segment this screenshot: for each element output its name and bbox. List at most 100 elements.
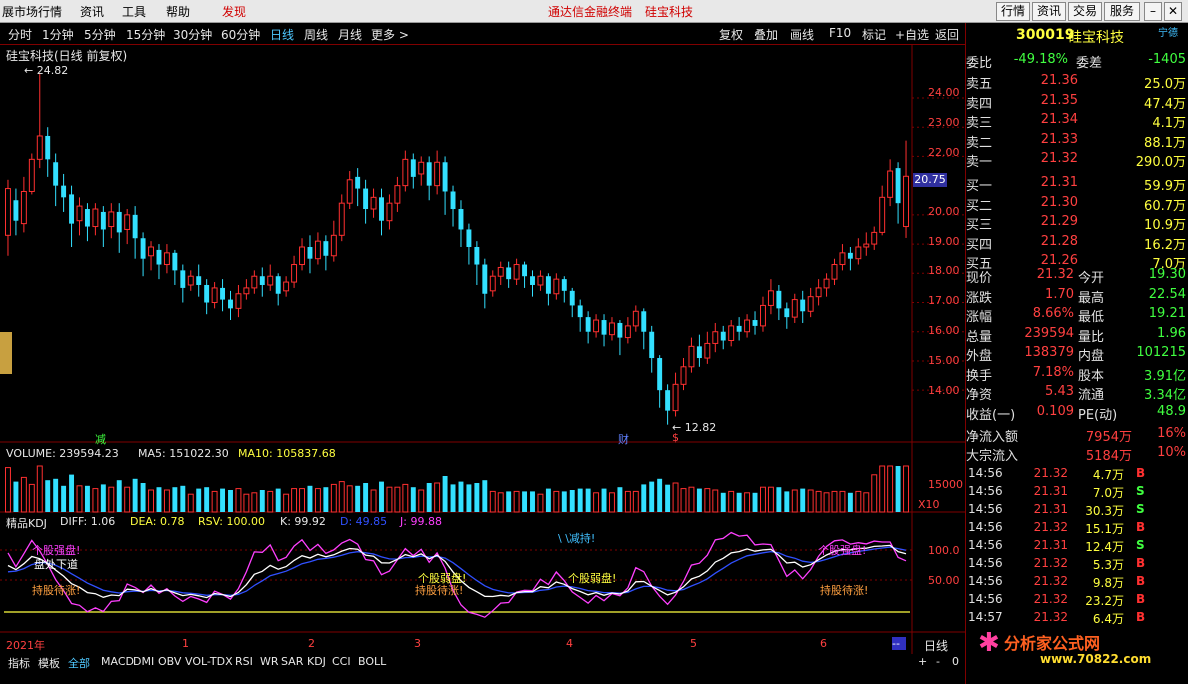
- close-icon[interactable]: ✕: [1164, 2, 1182, 21]
- tab-vol-tdx[interactable]: VOL-TDX: [185, 655, 233, 668]
- volume-bar: [187, 493, 194, 513]
- period-tab-active[interactable]: 日线: [270, 26, 294, 43]
- candle-body: [863, 243, 870, 248]
- volume-bar: [402, 483, 409, 513]
- tab-obv[interactable]: OBV: [158, 655, 181, 668]
- tab-dmi[interactable]: DMI: [133, 655, 154, 668]
- order-book-row[interactable]: 买一 21.31 59.9万: [966, 174, 1188, 194]
- volume-bar: [211, 490, 218, 513]
- info-button[interactable]: 资讯: [1032, 2, 1066, 21]
- volume-bar: [665, 484, 671, 512]
- volume-bars: [5, 465, 909, 513]
- back-button[interactable]: 返回: [935, 26, 959, 43]
- tab-sar[interactable]: SAR: [281, 655, 303, 668]
- tab-template[interactable]: 模板: [38, 655, 60, 671]
- mark-button[interactable]: 标记: [862, 26, 886, 43]
- date-axis-month: 4: [566, 637, 573, 650]
- overlay-button[interactable]: 叠加: [754, 26, 778, 43]
- menu-help[interactable]: 帮助: [166, 3, 190, 20]
- side-collapse-handle[interactable]: [0, 332, 12, 374]
- tab-indicator[interactable]: 指标: [8, 655, 30, 671]
- order-book-row[interactable]: 买四 21.28 16.2万: [966, 233, 1188, 253]
- volume-bar: [744, 492, 751, 513]
- tab-kdj[interactable]: KDJ: [307, 655, 326, 668]
- event-mark[interactable]: $: [672, 431, 679, 444]
- tab-cci[interactable]: CCI: [332, 655, 351, 668]
- zoom-reset-button[interactable]: 0: [952, 655, 959, 668]
- event-mark[interactable]: 财: [618, 431, 629, 447]
- candle-body: [5, 188, 11, 236]
- minimize-icon[interactable]: –: [1144, 2, 1162, 21]
- scroll-indicator[interactable]: --: [892, 637, 906, 650]
- adjust-button[interactable]: 复权: [719, 26, 743, 43]
- draw-button[interactable]: 画线: [790, 26, 814, 43]
- volume-bar: [36, 465, 43, 513]
- menu-market[interactable]: 展市场行情: [2, 3, 62, 20]
- event-mark[interactable]: 减: [95, 431, 106, 447]
- candle-body: [211, 287, 218, 304]
- watermark-url: www.70822.com: [1040, 652, 1152, 666]
- order-book-row[interactable]: 买三 21.29 10.9万: [966, 213, 1188, 233]
- period-tab[interactable]: 30分钟: [173, 26, 212, 43]
- candle-body: [784, 308, 790, 318]
- volume-bar: [172, 487, 178, 512]
- period-tab[interactable]: 60分钟: [221, 26, 260, 43]
- order-book-row[interactable]: 卖一 21.32 290.0万: [966, 150, 1188, 170]
- order-book-row[interactable]: 卖五 21.36 25.0万: [966, 72, 1188, 92]
- period-tab[interactable]: 分时: [8, 26, 32, 43]
- volume-bar: [752, 492, 758, 512]
- volume-bar: [823, 492, 830, 513]
- order-book-row[interactable]: 卖四 21.35 47.4万: [966, 92, 1188, 112]
- volume-bar: [13, 481, 19, 512]
- volume-bar: [649, 481, 655, 512]
- tab-rsi[interactable]: RSI: [235, 655, 253, 668]
- menu-discover[interactable]: 发现: [222, 3, 246, 20]
- period-tab[interactable]: 月线: [338, 26, 362, 43]
- quote-button[interactable]: 行情: [996, 2, 1030, 21]
- volume-bar: [513, 490, 520, 513]
- trade-button[interactable]: 交易: [1068, 2, 1102, 21]
- order-book-row[interactable]: 卖三 21.34 4.1万: [966, 111, 1188, 131]
- tab-boll[interactable]: BOLL: [358, 655, 386, 668]
- volume-bar: [458, 481, 464, 512]
- order-book-row[interactable]: 卖二 21.33 88.1万: [966, 131, 1188, 151]
- tab-macd[interactable]: MACD: [101, 655, 134, 668]
- candle-body: [220, 287, 226, 300]
- volume-bar: [879, 465, 886, 513]
- zoom-out-button[interactable]: -: [936, 655, 940, 668]
- menu-bar: 展市场行情 资讯 工具 帮助 发现 通达信金融终端 硅宝科技 行情 资讯 交易 …: [0, 0, 1188, 23]
- more-periods-button[interactable]: 更多 >: [371, 26, 409, 43]
- period-tab[interactable]: 15分钟: [126, 26, 165, 43]
- volume-bar: [672, 482, 679, 513]
- f10-button[interactable]: F10: [829, 26, 851, 40]
- zoom-in-button[interactable]: +: [918, 655, 927, 668]
- period-tab[interactable]: 1分钟: [42, 26, 74, 43]
- volume-bar: [116, 480, 122, 512]
- kline-chart-area[interactable]: [0, 44, 965, 654]
- tab-wr[interactable]: WR: [260, 655, 279, 668]
- add-favorite-button[interactable]: +自选: [895, 26, 929, 43]
- candle-body: [839, 252, 846, 266]
- volume-bar: [815, 490, 822, 513]
- order-book-row[interactable]: 买二 21.30 60.7万: [966, 194, 1188, 214]
- candle-body: [506, 267, 512, 280]
- volume-bar: [20, 476, 27, 513]
- tick-row: 14:56 21.32 15.1万 B: [968, 520, 1146, 536]
- menu-info[interactable]: 资讯: [80, 3, 104, 20]
- related-stock[interactable]: 宁德: [1158, 24, 1178, 39]
- stat-row: 净资 5.43 流通 3.34亿: [966, 384, 1186, 403]
- volume-bar: [553, 490, 560, 513]
- candle-body: [736, 325, 742, 332]
- candle-body: [815, 287, 822, 298]
- menu-tools[interactable]: 工具: [122, 3, 146, 20]
- tab-all[interactable]: 全部: [68, 655, 90, 671]
- volume-bar: [585, 488, 591, 512]
- indicator-tab-bar: 指标 模板 全部 MACD DMI OBV VOL-TDX RSI WR SAR…: [0, 654, 965, 670]
- period-tab[interactable]: 周线: [304, 26, 328, 43]
- candle-body: [903, 175, 909, 228]
- candle-body: [402, 158, 409, 187]
- period-tab[interactable]: 5分钟: [84, 26, 116, 43]
- service-button[interactable]: 服务: [1104, 2, 1140, 21]
- volume-bar: [632, 490, 639, 513]
- volume-bar: [728, 490, 735, 513]
